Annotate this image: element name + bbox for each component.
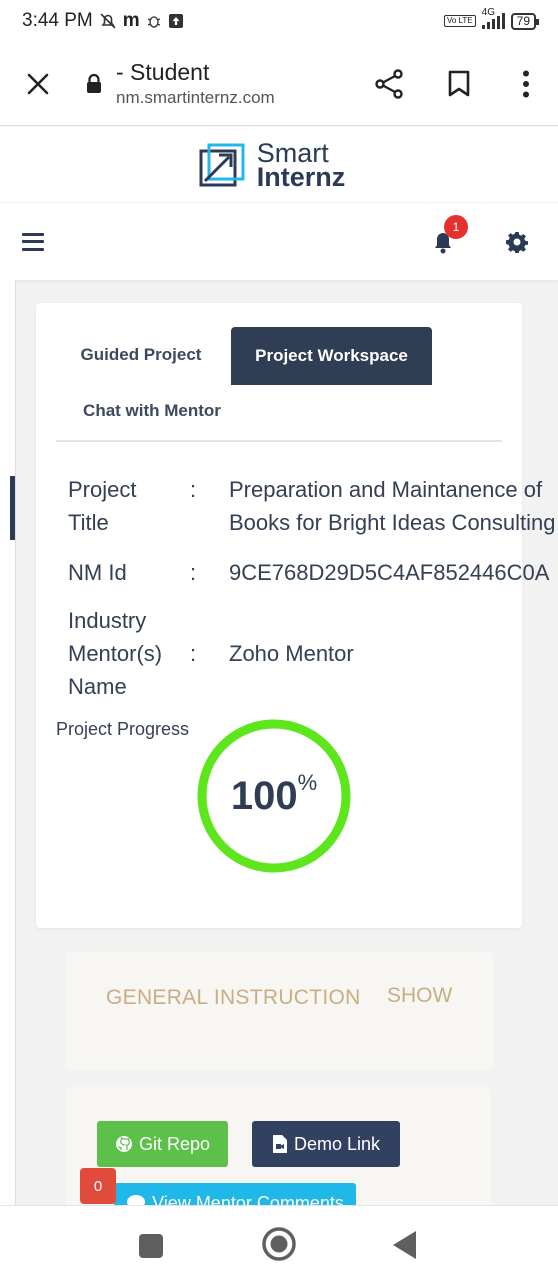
status-bar: 3:44 PM m Vo LTE 4G 79: [0, 0, 558, 42]
progress-unit: %: [297, 770, 318, 795]
project-title-label-line2: Title: [68, 510, 109, 535]
battery-level: 79: [516, 13, 530, 28]
bookmark-button[interactable]: [424, 42, 494, 126]
tab-chat-with-mentor[interactable]: Chat with Mentor: [56, 383, 248, 439]
general-instruction-title: GENERAL INSTRUCTION: [106, 986, 361, 1009]
mentor-comment-count-badge: 0: [80, 1168, 116, 1204]
browser-toolbar: - Student nm.smartinternz.com: [0, 42, 558, 126]
project-progress-label: Project Progress: [56, 719, 190, 739]
volte-icon: Vo LTE: [443, 15, 476, 27]
hamburger-menu-icon[interactable]: [22, 232, 44, 251]
page-url: nm.smartinternz.com: [116, 87, 275, 107]
progress-number: 100: [230, 773, 298, 818]
tab-divider: [56, 440, 502, 442]
project-title-row: Project Title : Preparation and Maintane…: [68, 473, 556, 539]
bug-icon: [146, 13, 162, 29]
show-instructions-toggle[interactable]: SHOW: [387, 984, 452, 1008]
more-vertical-icon: [523, 70, 529, 97]
tab-guided-project[interactable]: Guided Project: [56, 327, 226, 383]
nm-id-label: NM Id: [68, 560, 127, 585]
demo-link-button[interactable]: Demo Link: [252, 1121, 400, 1167]
git-repo-button[interactable]: Git Repo: [97, 1121, 228, 1167]
mentor-row: Industry Mentor(s) Name : Zoho Mentor: [68, 604, 354, 703]
battery-icon: 79: [510, 12, 540, 30]
project-card: Guided Project Project Workspace Chat wi…: [36, 303, 556, 928]
recent-apps-button[interactable]: [138, 1233, 164, 1264]
page-title: - Student: [116, 58, 210, 85]
share-button[interactable]: [354, 42, 424, 126]
sidebar-active-indicator: [10, 476, 15, 540]
logo-text-smart: Smart: [256, 137, 329, 168]
colon: :: [190, 641, 197, 666]
project-title-value-line2: Books for Bright Ideas Consulting: [229, 510, 556, 535]
address-bar[interactable]: - Student nm.smartinternz.com: [114, 58, 354, 110]
share-icon: [375, 68, 403, 99]
android-nav-bar: [0, 1205, 558, 1280]
mentor-value: Zoho Mentor: [229, 641, 354, 666]
github-icon: [115, 1136, 132, 1152]
progress-value: 100 %: [196, 718, 352, 874]
video-file-icon: [272, 1135, 287, 1153]
bookmark-icon: [448, 70, 470, 96]
app-m-icon: m: [122, 10, 140, 31]
demo-link-label: Demo Link: [293, 1133, 381, 1154]
overflow-menu-button[interactable]: [494, 42, 558, 126]
home-button[interactable]: [261, 1226, 297, 1267]
network-label: 4G: [481, 7, 495, 18]
colon: :: [190, 477, 197, 502]
close-icon: [27, 73, 49, 94]
sidebar-collapsed[interactable]: [0, 280, 16, 1205]
upload-icon: [168, 13, 184, 29]
site-header: Smart Internz: [0, 127, 558, 202]
tab-project-workspace[interactable]: Project Workspace: [231, 327, 432, 385]
nm-id-value: 9CE768D29D5C4AF852446C0A: [229, 560, 550, 585]
signal-icon: 4G: [481, 7, 505, 29]
mentor-label-line2: Mentor(s): [68, 641, 163, 666]
logo-mark-icon: [199, 143, 245, 186]
lock-icon[interactable]: [74, 73, 114, 95]
colon: :: [190, 560, 197, 585]
general-instruction-card: GENERAL INSTRUCTION SHOW: [65, 952, 493, 1070]
close-tab-button[interactable]: [0, 42, 76, 126]
nm-id-row: NM Id : 9CE768D29D5C4AF852446C0A: [68, 556, 549, 589]
project-title-value-line1: Preparation and Maintanence of: [229, 477, 543, 502]
site-navbar: [0, 202, 558, 280]
git-repo-label: Git Repo: [138, 1133, 211, 1154]
logo-text-internz: Internz: [256, 161, 346, 192]
notification-count-badge: 1: [444, 215, 468, 239]
mentor-label-line3: Name: [68, 674, 127, 699]
square-icon: [139, 1234, 163, 1258]
muted-bell-icon: [99, 12, 117, 30]
mentor-label-line1: Industry: [68, 608, 147, 633]
smartinternz-logo[interactable]: Smart Internz: [199, 137, 346, 192]
back-button[interactable]: [392, 1230, 418, 1265]
settings-gear-icon[interactable]: [506, 231, 528, 258]
status-time: 3:44 PM: [22, 10, 93, 31]
project-title-label-line1: Project: [68, 477, 137, 502]
back-triangle-icon: [393, 1231, 416, 1259]
home-circle-icon: [262, 1227, 296, 1261]
